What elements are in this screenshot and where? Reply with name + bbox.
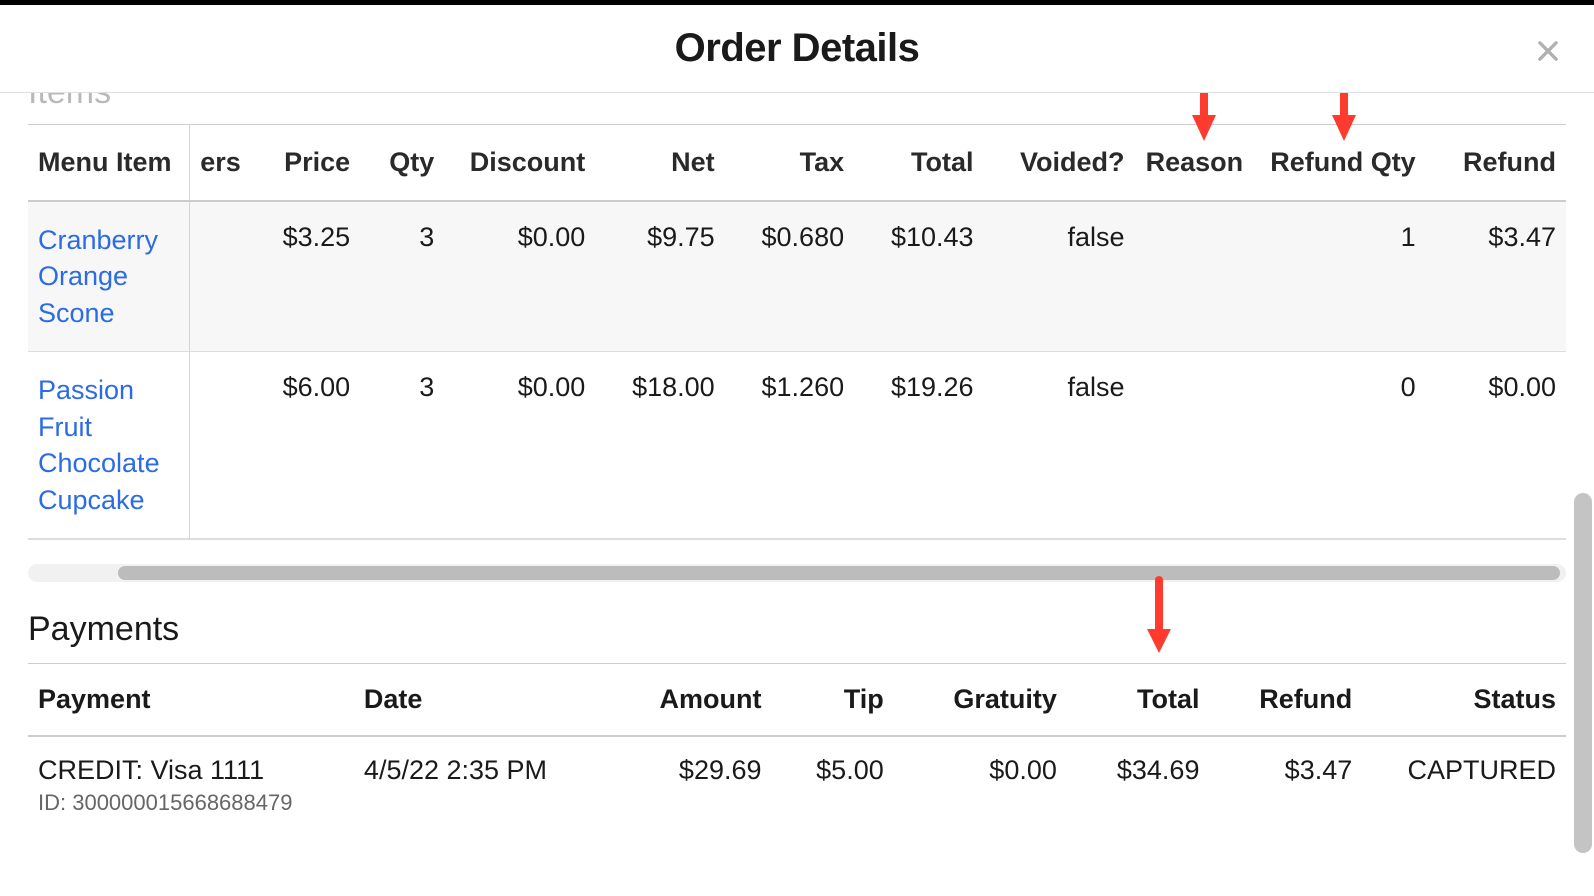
items-table-wrapper: Menu Item ers Price Qty Discount Net Tax… (28, 124, 1566, 540)
payments-section: Payments Payment Date Amount Tip Gratuit… (28, 610, 1566, 820)
close-button[interactable] (1530, 33, 1566, 69)
col-tax: Tax (725, 125, 854, 202)
cell-refund-qty: 0 (1253, 352, 1426, 539)
items-horizontal-scrollbar-thumb[interactable] (118, 566, 1560, 580)
cell-total: $10.43 (854, 201, 983, 352)
items-section-title: Items (28, 93, 1566, 112)
cell-modifiers (190, 201, 242, 352)
cell-gratuity: $0.00 (894, 736, 1067, 820)
cell-tax: $0.680 (725, 201, 854, 352)
cell-discount: $0.00 (444, 201, 595, 352)
cell-pay-total: $34.69 (1067, 736, 1210, 820)
cell-tax: $1.260 (725, 352, 854, 539)
cell-refund-qty: 1 (1253, 201, 1426, 352)
col-refund-qty: Refund Qty (1253, 125, 1426, 202)
col-tip: Tip (772, 664, 894, 737)
cell-reason (1135, 352, 1254, 539)
cell-refund: $0.00 (1426, 352, 1566, 539)
cell-qty: 3 (360, 201, 444, 352)
vertical-scrollbar[interactable] (1574, 93, 1592, 896)
payment-method: CREDIT: Visa 1111 (38, 755, 344, 786)
cell-amount: $29.69 (619, 736, 772, 820)
col-total: Total (854, 125, 983, 202)
col-status: Status (1362, 664, 1566, 737)
cell-total: $19.26 (854, 352, 983, 539)
vertical-scrollbar-thumb[interactable] (1574, 493, 1592, 853)
col-net: Net (595, 125, 724, 202)
payments-section-title: Payments (28, 610, 1566, 649)
payments-table: Payment Date Amount Tip Gratuity Total R… (28, 663, 1566, 820)
col-date: Date (354, 664, 619, 737)
cell-price: $3.25 (242, 201, 361, 352)
cell-discount: $0.00 (444, 352, 595, 539)
payments-header-row: Payment Date Amount Tip Gratuity Total R… (28, 664, 1566, 737)
item-row: Passion Fruit Chocolate Cupcake $6.00 3 … (28, 352, 1566, 539)
items-horizontal-scrollbar[interactable] (28, 564, 1566, 582)
cell-pay-refund: $3.47 (1209, 736, 1362, 820)
cell-net: $18.00 (595, 352, 724, 539)
col-modifiers-partial: ers (190, 125, 242, 202)
cell-payment: CREDIT: Visa 1111 ID: 300000015668688479 (28, 736, 354, 820)
col-voided: Voided? (984, 125, 1135, 202)
modal-title: Order Details (675, 26, 920, 71)
modal-header: Order Details (0, 5, 1594, 93)
items-header-row: Menu Item ers Price Qty Discount Net Tax… (28, 125, 1566, 202)
menu-item-link[interactable]: Passion Fruit Chocolate Cupcake (38, 372, 179, 518)
order-details-modal: Order Details Items Menu Item ers (0, 5, 1594, 896)
items-table: Menu Item ers Price Qty Discount Net Tax… (28, 124, 1566, 539)
close-icon (1534, 37, 1562, 65)
col-pay-total: Total (1067, 664, 1210, 737)
col-pay-refund: Refund (1209, 664, 1362, 737)
col-price: Price (242, 125, 361, 202)
payment-id: ID: 300000015668688479 (38, 790, 344, 816)
cell-voided: false (984, 201, 1135, 352)
col-gratuity: Gratuity (894, 664, 1067, 737)
menu-item-link[interactable]: Cranberry Orange Scone (38, 222, 179, 331)
modal-content: Items Menu Item ers Price Qty Discount N (28, 93, 1566, 820)
cell-voided: false (984, 352, 1135, 539)
cell-date: 4/5/22 2:35 PM (354, 736, 619, 820)
modal-body: Items Menu Item ers Price Qty Discount N (0, 93, 1594, 896)
col-discount: Discount (444, 125, 595, 202)
cell-qty: 3 (360, 352, 444, 539)
cell-refund: $3.47 (1426, 201, 1566, 352)
cell-net: $9.75 (595, 201, 724, 352)
col-qty: Qty (360, 125, 444, 202)
cell-price: $6.00 (242, 352, 361, 539)
cell-modifiers (190, 352, 242, 539)
cell-reason (1135, 201, 1254, 352)
item-row: Cranberry Orange Scone $3.25 3 $0.00 $9.… (28, 201, 1566, 352)
col-refund: Refund (1426, 125, 1566, 202)
col-payment: Payment (28, 664, 354, 737)
cell-tip: $5.00 (772, 736, 894, 820)
cell-status: CAPTURED (1362, 736, 1566, 820)
payment-row: CREDIT: Visa 1111 ID: 300000015668688479… (28, 736, 1566, 820)
col-menu-item: Menu Item (28, 125, 190, 202)
col-reason: Reason (1135, 125, 1254, 202)
col-amount: Amount (619, 664, 772, 737)
